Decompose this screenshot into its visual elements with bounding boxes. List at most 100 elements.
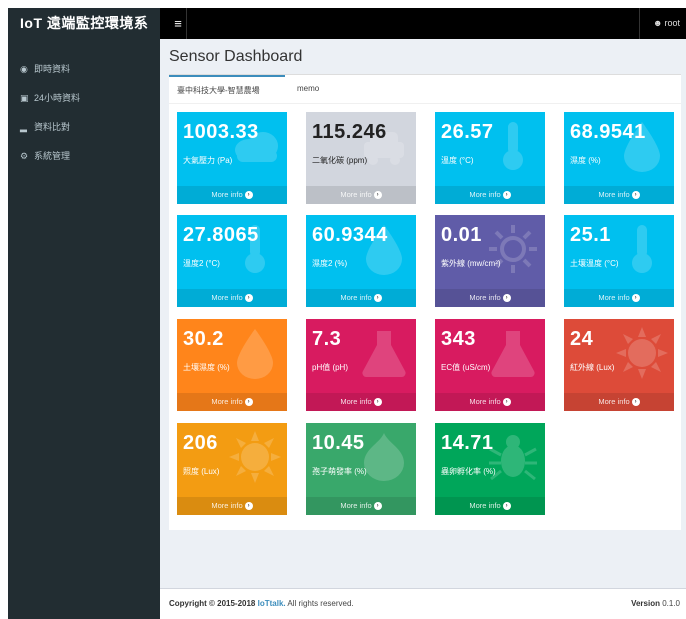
sidebar-item-system[interactable]: ⚙ 系統管理	[20, 148, 70, 164]
arrow-circle-right-icon: ›	[502, 294, 511, 303]
app-brand[interactable]: IoT 遠端監控環境系	[8, 8, 160, 39]
arrow-circle-right-icon: ›	[244, 502, 253, 511]
sensor-tile: 10.45 孢子萌發率 (%) More info ›	[306, 423, 416, 515]
more-info-link[interactable]: More info ›	[564, 186, 674, 204]
page-footer: Copyright © 2015-2018 IoTtalk. All right…	[160, 588, 686, 619]
more-info-label: More info	[340, 397, 372, 406]
sensor-tile: 60.9344 濕度2 (%) More info ›	[306, 215, 416, 307]
more-info-link[interactable]: More info ›	[306, 393, 416, 411]
tab-memo[interactable]: memo	[289, 75, 327, 103]
sensor-tile: 14.71 蟲卵孵化率 (%) More info ›	[435, 423, 545, 515]
more-info-link[interactable]: More info ›	[564, 393, 674, 411]
sensor-value: 68.9541	[570, 121, 646, 143]
arrow-circle-right-icon: ›	[244, 398, 253, 407]
more-info-link[interactable]: More info ›	[177, 497, 287, 515]
user-name: root	[664, 18, 680, 28]
sensor-value: 343	[441, 328, 476, 350]
sidebar-item-label: 資料比對	[34, 122, 71, 132]
more-info-label: More info	[211, 501, 243, 510]
sidebar-item-realtime[interactable]: ◉ 即時資料	[20, 61, 70, 77]
more-info-link[interactable]: More info ›	[435, 289, 545, 307]
sensor-value: 115.246	[312, 121, 387, 143]
more-info-label: More info	[598, 190, 630, 199]
more-info-link[interactable]: More info ›	[306, 186, 416, 204]
more-info-link[interactable]: More info ›	[306, 497, 416, 515]
more-info-label: More info	[340, 190, 372, 199]
sensor-tile: 206 照度 (Lux) More info ›	[177, 423, 287, 515]
sun-icon	[229, 431, 281, 483]
gears-icon: ⚙	[20, 151, 29, 161]
sensor-value: 7.3	[312, 328, 342, 350]
copyright-prefix: Copyright © 2015-2018	[169, 599, 256, 608]
footer-brand-link[interactable]: IoTtalk.	[258, 599, 286, 608]
sensor-label: pH值 (pH)	[312, 363, 349, 372]
more-info-label: More info	[469, 501, 501, 510]
more-info-link[interactable]: More info ›	[435, 186, 545, 204]
arrow-circle-right-icon: ›	[373, 398, 382, 407]
sensor-label: 濕度2 (%)	[312, 259, 348, 268]
more-info-link[interactable]: More info ›	[177, 393, 287, 411]
arrow-circle-right-icon: ›	[631, 398, 640, 407]
user-menu[interactable]: ☻ root	[653, 8, 680, 39]
arrow-circle-right-icon: ›	[244, 294, 253, 303]
water-drop-icon	[229, 327, 281, 379]
sensor-tile: 27.8065 溫度2 (°C) More info ›	[177, 215, 287, 307]
more-info-link[interactable]: More info ›	[435, 497, 545, 515]
sensor-value: 1003.33	[183, 121, 259, 143]
arrow-circle-right-icon: ›	[244, 191, 253, 200]
more-info-label: More info	[598, 293, 630, 302]
more-info-link[interactable]: More info ›	[306, 289, 416, 307]
bar-chart-icon: ▂	[20, 122, 27, 132]
more-info-link[interactable]: More info ›	[435, 393, 545, 411]
sensor-tile: 115.246 二氧化碳 (ppm) More info ›	[306, 112, 416, 204]
sensor-tile: 7.3 pH值 (pH) More info ›	[306, 319, 416, 411]
sensor-label: 土壤溫度 (°C)	[570, 259, 619, 268]
more-info-link[interactable]: More info ›	[177, 289, 287, 307]
dashboard-icon: ◉	[20, 64, 28, 74]
sensor-value: 0.01	[441, 224, 482, 246]
sensor-label: 溫度2 (°C)	[183, 259, 220, 268]
top-margin	[0, 0, 686, 8]
more-info-link[interactable]: More info ›	[564, 289, 674, 307]
more-info-label: More info	[340, 293, 372, 302]
sensor-label: 二氧化碳 (ppm)	[312, 156, 368, 165]
navbar-divider	[186, 8, 187, 39]
more-info-label: More info	[469, 190, 501, 199]
sensor-label: EC值 (uS/cm)	[441, 363, 491, 372]
more-info-link[interactable]: More info ›	[177, 186, 287, 204]
page-title: Sensor Dashboard	[169, 48, 303, 65]
more-info-label: More info	[211, 397, 243, 406]
version-info: Version 0.1.0	[631, 589, 680, 619]
sensor-value: 27.8065	[183, 224, 259, 246]
sensor-label: 溫度 (°C)	[441, 156, 474, 165]
sensor-value: 30.2	[183, 328, 224, 350]
arrow-circle-right-icon: ›	[373, 502, 382, 511]
sidebar-item-compare[interactable]: ▂ 資料比對	[20, 119, 70, 135]
sensor-tile: 68.9541 濕度 (%) More info ›	[564, 112, 674, 204]
arrow-circle-right-icon: ›	[373, 294, 382, 303]
more-info-label: More info	[598, 397, 630, 406]
sensor-tile: 26.57 溫度 (°C) More info ›	[435, 112, 545, 204]
sensor-value: 26.57	[441, 121, 494, 143]
tab-bar: 臺中科技大學-智慧農場 memo	[169, 75, 681, 104]
thermometer-icon	[616, 223, 668, 275]
sidebar-item-label: 系統管理	[34, 151, 71, 161]
version-number: 0.1.0	[662, 599, 680, 608]
sensor-value: 24	[570, 328, 594, 350]
arrow-circle-right-icon: ›	[631, 191, 640, 200]
more-info-label: More info	[211, 190, 243, 199]
sensor-tile: 25.1 土壤溫度 (°C) More info ›	[564, 215, 674, 307]
arrow-circle-right-icon: ›	[631, 294, 640, 303]
tab-farm[interactable]: 臺中科技大學-智慧農場	[169, 75, 285, 103]
sun-icon	[616, 327, 668, 379]
flask-icon	[358, 327, 410, 379]
sensor-label: 照度 (Lux)	[183, 467, 220, 476]
sidebar-item-24h[interactable]: ▣ 24小時資料	[20, 90, 80, 106]
sensor-tile: 24 紅外線 (Lux) More info ›	[564, 319, 674, 411]
sensor-label: 大氣壓力 (Pa)	[183, 156, 233, 165]
sensor-tile: 343 EC值 (uS/cm) More info ›	[435, 319, 545, 411]
dashboard-card: 臺中科技大學-智慧農場 memo 1003.33 大氣壓力 (Pa) More in…	[169, 74, 681, 530]
flask-icon	[487, 327, 539, 379]
copyright-text: Copyright © 2015-2018 IoTtalk. All right…	[169, 589, 354, 619]
more-info-label: More info	[469, 397, 501, 406]
